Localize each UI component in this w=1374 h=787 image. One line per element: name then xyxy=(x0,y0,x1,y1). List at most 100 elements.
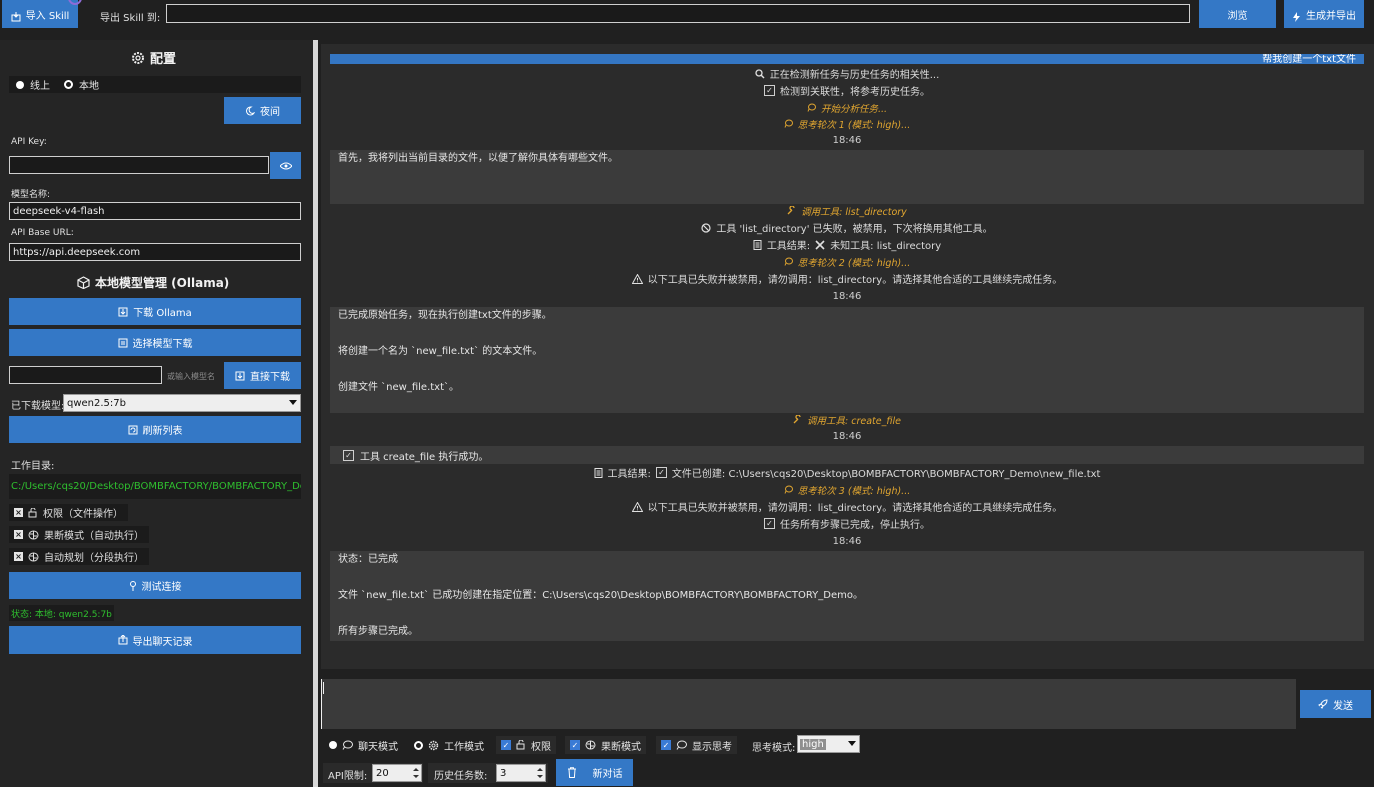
api-key-input[interactable] xyxy=(9,156,269,174)
radio-online[interactable] xyxy=(16,80,24,89)
show-thinking-checkbox[interactable]: ✓ xyxy=(661,740,671,750)
send-label: 发送 xyxy=(1333,700,1353,712)
show-thinking-toggle[interactable]: ✓ 显示思考 xyxy=(656,736,737,754)
timestamp-text: 18:46 xyxy=(832,536,862,547)
brain-icon xyxy=(28,552,39,562)
generate-export-label: 生成并导出 xyxy=(1306,11,1356,22)
auto-plan-checkbox[interactable]: × xyxy=(14,552,23,561)
speech-bubble-icon xyxy=(807,103,816,112)
tool-result-label: 工具结果: xyxy=(766,241,811,252)
night-mode-label: 夜间 xyxy=(260,107,280,118)
tool-result-line: 工具结果: ✓ 文件已创建: C:\Users\cqs20\Desktop\BO… xyxy=(330,465,1364,480)
download-icon xyxy=(118,307,128,317)
toggle-key-visibility-button[interactable] xyxy=(270,152,301,179)
tool-call-text: 调用工具: list_directory xyxy=(801,206,907,218)
model-name-label: 模型名称: xyxy=(11,190,51,200)
spin-arrows-icon xyxy=(536,766,544,780)
system-line: 正在检测新任务与历史任务的相关性... xyxy=(330,66,1364,81)
think-mode-label: 思考模式: xyxy=(752,743,796,754)
refresh-list-button[interactable]: 刷新列表 xyxy=(9,416,301,443)
night-mode-button[interactable]: 夜间 xyxy=(224,97,301,124)
refresh-icon xyxy=(128,425,138,435)
api-key-label: API Key: xyxy=(11,137,47,147)
chat-mode-label: 聊天模式 xyxy=(358,741,398,753)
permission-toggle[interactable]: ✓ 权限 xyxy=(496,736,556,754)
history-count-spinbox[interactable]: 3 xyxy=(496,764,546,782)
pin-icon xyxy=(129,580,137,591)
assistant-message-line xyxy=(338,361,1356,379)
assistant-message-line xyxy=(338,605,1356,623)
check-icon: ✓ xyxy=(764,85,775,96)
think-mode-value: high xyxy=(800,738,826,750)
assistant-message-line xyxy=(338,569,1356,587)
tool-call-line: 调用工具: list_directory xyxy=(330,203,1364,218)
choose-model-download-button[interactable]: 选择模型下载 xyxy=(9,329,301,356)
decisive-checkbox[interactable]: ✓ xyxy=(570,740,580,750)
chat-mode-radio[interactable] xyxy=(329,741,337,749)
direct-download-button[interactable]: 直接下载 xyxy=(224,362,301,389)
refresh-list-label: 刷新列表 xyxy=(142,426,183,437)
model-name-input[interactable]: deepseek-v4-flash xyxy=(9,202,301,220)
tool-result-text: 文件已创建: C:\Users\cqs20\Desktop\BOMBFACTOR… xyxy=(671,469,1101,480)
radio-local[interactable] xyxy=(64,80,73,89)
permission-checkbox[interactable]: × xyxy=(14,508,23,517)
timestamp: 18:46 xyxy=(330,534,1364,549)
export-chat-button[interactable]: 导出聊天记录 xyxy=(9,626,301,654)
option-permission[interactable]: × 权限（文件操作） xyxy=(9,504,128,521)
workdir-path[interactable]: C:/Users/cqs20/Desktop/BOMBFACTORY/BOMBF… xyxy=(9,474,301,499)
assistant-message-line: 所有步骤已完成。 xyxy=(338,626,418,637)
assistant-message-bubble: 首先，我将列出当前目录的文件，以便了解你具体有哪些文件。 xyxy=(330,150,1364,204)
work-mode-radio[interactable] xyxy=(414,740,423,750)
tool-success-text: 工具 create_file 执行成功。 xyxy=(360,451,489,463)
check-icon: ✓ xyxy=(655,467,667,478)
downloaded-models-label: 已下载模型: xyxy=(11,401,65,412)
send-button[interactable]: 发送 xyxy=(1300,690,1371,718)
panel-splitter[interactable] xyxy=(313,40,318,787)
decisive-checkbox[interactable]: × xyxy=(14,530,23,539)
decisive-toggle[interactable]: ✓ 果断模式 xyxy=(565,736,646,754)
export-skill-to-label: 导出 Skill 到: xyxy=(100,13,161,24)
speech-bubble-icon xyxy=(784,257,793,266)
spin-arrows-icon xyxy=(412,766,420,780)
warning-line: 以下工具已失败并被禁用，请勿调用：list_directory。请选择其他合适的… xyxy=(330,499,1364,514)
system-line: ✓ 任务所有步骤已完成，停止执行。 xyxy=(330,516,1364,531)
download-ollama-button[interactable]: 下载 Ollama xyxy=(9,298,301,325)
history-count-value: 3 xyxy=(500,767,507,779)
config-title-text: 配置 xyxy=(150,52,177,67)
lock-icon xyxy=(516,740,526,750)
option-auto-plan[interactable]: × 自动规划（分段执行） xyxy=(9,548,149,565)
generate-export-button[interactable]: 生成并导出 xyxy=(1284,0,1364,28)
export-path-input[interactable] xyxy=(166,4,1190,23)
chat-mode-option[interactable]: 聊天模式 xyxy=(329,736,398,754)
work-mode-option[interactable]: 工作模式 xyxy=(414,736,484,754)
direct-download-label: 直接下载 xyxy=(250,372,290,383)
assistant-message-line: 文件 `new_file.txt` 已成功创建在指定位置：C:\Users\cq… xyxy=(338,590,863,601)
top-toolbar: 导入 Skill 导出 Skill 到: 浏览 生成并导出 xyxy=(0,0,1374,38)
system-line-text: 工具 'list_directory' 已失败，被禁用，下次将换用其他工具。 xyxy=(716,224,993,235)
history-count-label: 历史任务数: xyxy=(434,771,488,782)
wrench-icon xyxy=(787,206,796,215)
think-mode-select[interactable]: high xyxy=(797,735,860,753)
api-limit-spinbox[interactable]: 20 xyxy=(372,764,422,782)
model-name-download-input[interactable] xyxy=(9,366,162,384)
system-line: ✓ 检测到关联性，将参考历史任务。 xyxy=(330,83,1364,98)
tool-result-label: 工具结果: xyxy=(607,469,651,480)
downloaded-models-select[interactable]: qwen2.5:7b xyxy=(63,394,301,412)
option-decisive[interactable]: × 果断模式（自动执行） xyxy=(9,526,149,543)
message-input[interactable] xyxy=(321,679,1296,729)
system-line: 工具 'list_directory' 已失败，被禁用，下次将换用其他工具。 xyxy=(330,220,1364,235)
radio-online-label: 线上 xyxy=(30,81,50,92)
test-connection-button[interactable]: 测试连接 xyxy=(9,572,301,599)
config-sidebar xyxy=(0,40,313,787)
downloaded-models-value: qwen2.5:7b xyxy=(67,397,126,409)
status-text-value: 状态: 本地: qwen2.5:7b xyxy=(11,609,112,620)
auto-plan-option-label: 自动规划（分段执行） xyxy=(44,553,144,564)
permission-checkbox[interactable]: ✓ xyxy=(501,740,511,750)
base-url-input[interactable]: https://api.deepseek.com xyxy=(9,243,301,261)
work-mode-label: 工作模式 xyxy=(444,741,484,753)
gear-icon xyxy=(428,740,439,751)
import-skill-button[interactable]: 导入 Skill xyxy=(2,0,78,28)
new-chat-button[interactable]: 新对话 xyxy=(556,759,633,786)
test-connection-label: 测试连接 xyxy=(141,582,182,593)
browse-button[interactable]: 浏览 xyxy=(1199,0,1276,28)
